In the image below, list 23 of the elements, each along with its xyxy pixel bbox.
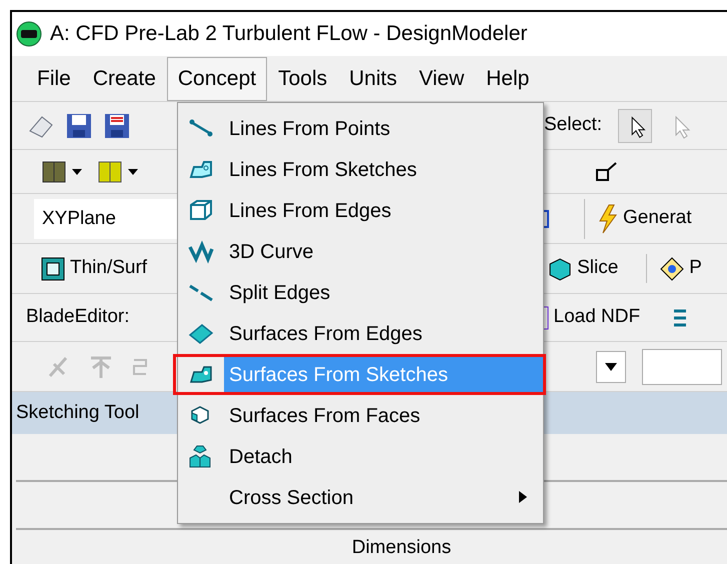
section-title: Dimensions [352,536,452,560]
menu-option[interactable]: Split Edges [178,272,543,313]
toolbar-button[interactable]: P [646,254,702,283]
menu-item[interactable]: Help [475,56,540,100]
thin-surface-button[interactable]: Thin/Surf [40,254,148,283]
menu-option[interactable]: Surfaces From Edges [178,313,543,354]
slice-button[interactable]: Slice [547,254,618,283]
panel-title: Sketching Tool [16,400,140,425]
menu-item[interactable]: Tools [267,56,338,100]
menu-item[interactable]: Units [338,56,408,100]
menu-option[interactable]: Lines From Points [178,108,543,149]
menu-option[interactable]: Cross Section [178,477,543,518]
menu-option[interactable]: Surfaces From Faces [178,395,543,436]
menu-item[interactable]: Create [82,56,167,100]
select-label: Select: [544,113,602,138]
menu-option[interactable]: Detach [178,436,543,477]
window-title: A: CFD Pre-Lab 2 Turbulent FLow - DesignModeler [50,21,528,48]
menu-item[interactable]: Concept [166,56,268,100]
menu-item[interactable]: View [408,56,476,100]
menu-option[interactable]: Lines From Sketches [178,149,543,190]
generate-button[interactable]: Generat [584,198,692,238]
blade-editor-label: BladeEditor: [26,305,130,330]
menu-item[interactable]: File [26,56,82,100]
